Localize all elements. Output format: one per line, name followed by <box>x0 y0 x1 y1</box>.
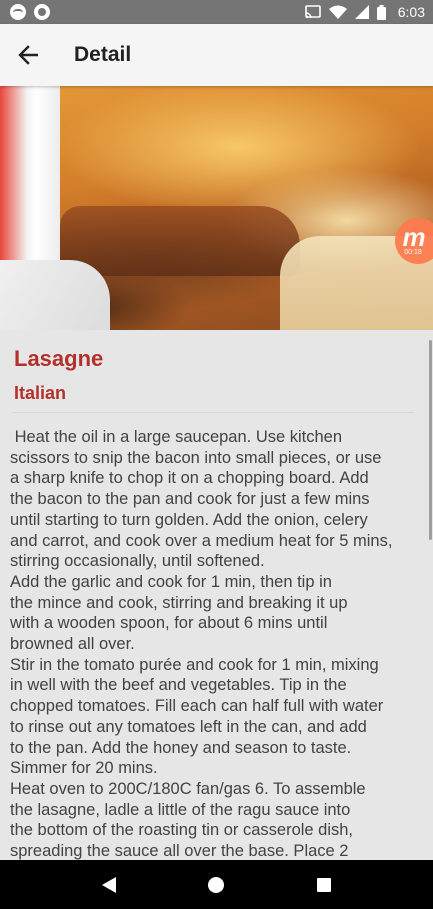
cast-icon <box>304 5 321 19</box>
home-circle-icon <box>208 876 225 893</box>
wifi-icon <box>328 5 347 19</box>
recipe-image <box>0 86 433 330</box>
screen: 6:03 Detail m 00:18 Lasagne Italian Heat… <box>0 0 433 909</box>
scrollbar[interactable] <box>429 340 432 540</box>
status-time: 6:03 <box>397 4 425 20</box>
image-dish-corner <box>0 260 110 330</box>
navigation-bar <box>0 860 433 909</box>
status-right: 6:03 <box>304 4 425 20</box>
status-left <box>10 4 50 20</box>
recipe-instructions: Heat the oil in a large saucepan. Use ki… <box>10 428 393 860</box>
video-badge[interactable]: m 00:18 <box>395 218 433 264</box>
notification-dot-icon <box>34 4 50 20</box>
recipe-detail-content[interactable]: Lasagne Italian Heat the oil in a large … <box>0 330 433 860</box>
status-bar: 6:03 <box>0 0 433 24</box>
nav-back-button[interactable] <box>89 865 129 905</box>
recents-square-icon <box>317 877 332 892</box>
video-badge-logo: m <box>402 222 426 252</box>
app-notification-icon <box>10 4 26 20</box>
back-triangle-icon <box>101 876 116 893</box>
divider <box>12 412 414 413</box>
page-title: Detail <box>74 43 132 66</box>
recipe-title: Lasagne <box>14 346 104 371</box>
recipe-cuisine: Italian <box>14 383 67 403</box>
battery-icon <box>376 4 386 20</box>
nav-recents-button[interactable] <box>304 865 344 905</box>
image-meat-layer <box>60 206 300 276</box>
signal-icon <box>354 5 369 19</box>
app-bar: Detail <box>0 24 433 86</box>
video-badge-time: 00:18 <box>404 249 422 256</box>
arrow-back-icon <box>18 45 38 65</box>
nav-home-button[interactable] <box>196 865 236 905</box>
back-button[interactable] <box>0 24 56 86</box>
